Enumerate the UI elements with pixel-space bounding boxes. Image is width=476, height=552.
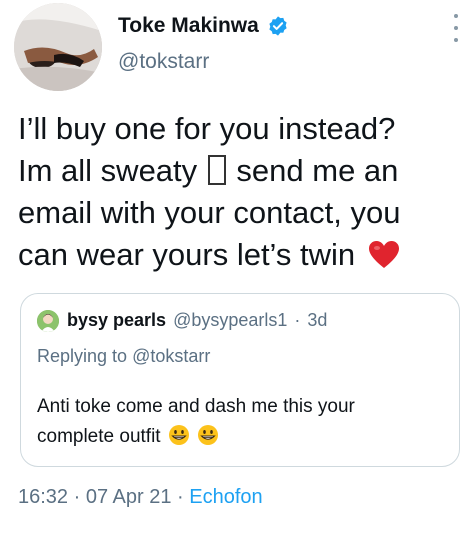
meta-separator: · <box>177 486 184 508</box>
quoted-time: 3d <box>307 310 328 330</box>
tweet-date[interactable]: 07 Apr 21 <box>86 486 172 508</box>
more-vertical-icon[interactable] <box>450 14 462 42</box>
tweet-card: Toke Makinwa @tokstarr I’ll buy one for … <box>0 0 476 552</box>
meta-separator: · <box>73 486 81 508</box>
tweet-line-1: I’ll buy one for you instead? <box>18 111 396 146</box>
quoted-author-handle: @bysypearls1 <box>173 310 288 330</box>
tweet-time[interactable]: 16:32 <box>18 486 68 508</box>
quoted-text: Anti toke come and dash me this your com… <box>37 392 437 452</box>
replying-to: Replying to @tokstarr <box>37 346 210 367</box>
tweet-meta: 16:32 · 07 Apr 21 · Echofon <box>18 486 263 509</box>
quoted-text-line-2-text: complete outfit <box>37 426 161 447</box>
quoted-author-avatar <box>37 310 59 332</box>
tweet-source-link[interactable]: Echofon <box>189 486 262 508</box>
missing-glyph-icon <box>207 155 226 185</box>
author-handle[interactable]: @tokstarr <box>118 50 209 74</box>
verified-badge-icon <box>267 15 289 37</box>
quoted-text-line-1: Anti toke come and dash me this your <box>37 396 355 417</box>
tweet-line-2: Im all sweaty send me an <box>18 150 468 192</box>
more-dot <box>454 26 458 30</box>
tweet-line-2-start: Im all sweaty <box>18 153 198 188</box>
tweet-line-4-text: can wear yours let’s twin <box>18 237 356 272</box>
quoted-text-line-2: complete outfit <box>37 422 437 452</box>
more-dot <box>454 14 458 18</box>
tweet-line-3: email with your contact, you <box>18 195 401 230</box>
tweet-text: I’ll buy one for you instead? Im all swe… <box>18 108 468 276</box>
tweet-line-4: can wear yours let’s twin <box>18 234 468 276</box>
author-avatar[interactable] <box>14 3 102 91</box>
tweet-line-2-end: send me an <box>236 153 399 188</box>
grinning-face-icon <box>198 425 219 445</box>
quoted-author-name: bysy pearls <box>67 310 167 330</box>
quoted-separator: · <box>294 310 301 330</box>
author-name-row: Toke Makinwa <box>118 14 289 38</box>
grinning-face-icon <box>168 425 189 445</box>
replying-to-label: Replying to <box>37 346 128 366</box>
quoted-header: bysy pearls @bysypearls1 · 3d <box>67 310 327 331</box>
replying-to-mention[interactable]: @tokstarr <box>132 346 210 366</box>
quoted-tweet[interactable]: bysy pearls @bysypearls1 · 3d Replying t… <box>20 293 460 467</box>
avatar-photo-icon <box>14 3 102 91</box>
more-dot <box>454 38 458 42</box>
red-heart-icon <box>368 241 399 268</box>
author-name[interactable]: Toke Makinwa <box>118 14 259 38</box>
